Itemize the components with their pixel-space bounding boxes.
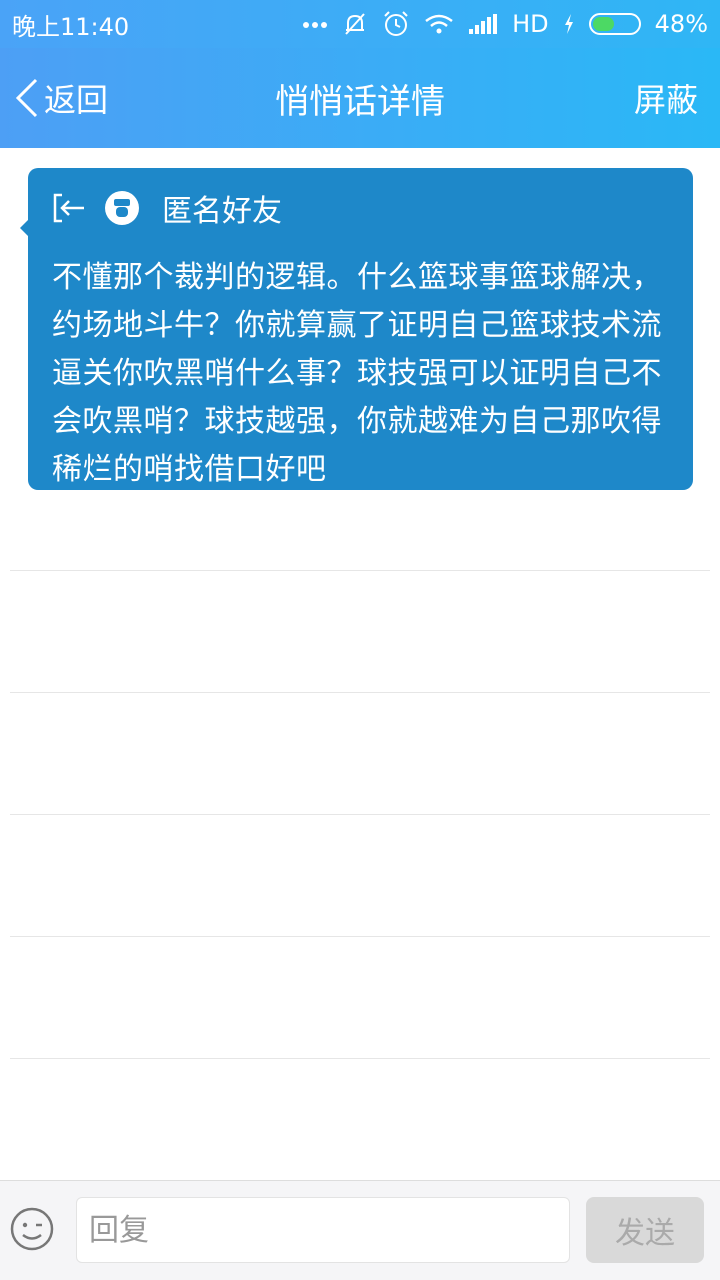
reply-input[interactable] [76,1197,570,1263]
charging-bolt-icon [563,13,575,35]
sender-name: 匿名好友 [162,194,282,229]
divider-line [10,692,710,693]
signal-icon [468,13,498,35]
back-button[interactable]: 返回 [14,48,108,148]
block-button[interactable]: 屏蔽 [634,48,698,148]
mute-bell-icon [342,11,368,37]
message-header: 匿名好友 [52,186,677,230]
message-bubble: 匿名好友 不懂那个裁判的逻辑。什么篮球事篮球解决，约场地斗牛？你就算赢了证明自己… [20,168,693,490]
header: 返回 悄悄话详情 屏蔽 [0,48,720,148]
divider-line [10,570,710,571]
battery-percent: 48% [654,10,708,38]
wifi-icon [424,13,454,35]
status-time: 晚上11:40 [12,12,130,41]
chevron-left-icon [14,76,40,120]
exit-arrow-icon [52,192,86,224]
back-label: 返回 [44,81,109,119]
battery-fill [592,17,614,31]
divider-line [10,1058,710,1059]
more-dots-icon [302,19,328,29]
divider-line [10,814,710,815]
emoji-button[interactable] [8,1205,56,1253]
network-type: HD [512,10,549,38]
status-icons: HD 48% [302,10,708,38]
battery-icon [588,13,641,35]
status-bar: 晚上11:40 HD 48% [0,0,720,48]
smiley-icon [10,1207,54,1251]
send-button[interactable]: 发送 [586,1197,704,1263]
alarm-clock-icon [382,10,410,38]
divider-line [10,936,710,937]
reply-bar: 发送 [0,1180,720,1280]
anonymous-avatar-icon [104,190,140,226]
message-text: 不懂那个裁判的逻辑。什么篮球事篮球解决，约场地斗牛？你就算赢了证明自己篮球技术流… [52,260,662,487]
